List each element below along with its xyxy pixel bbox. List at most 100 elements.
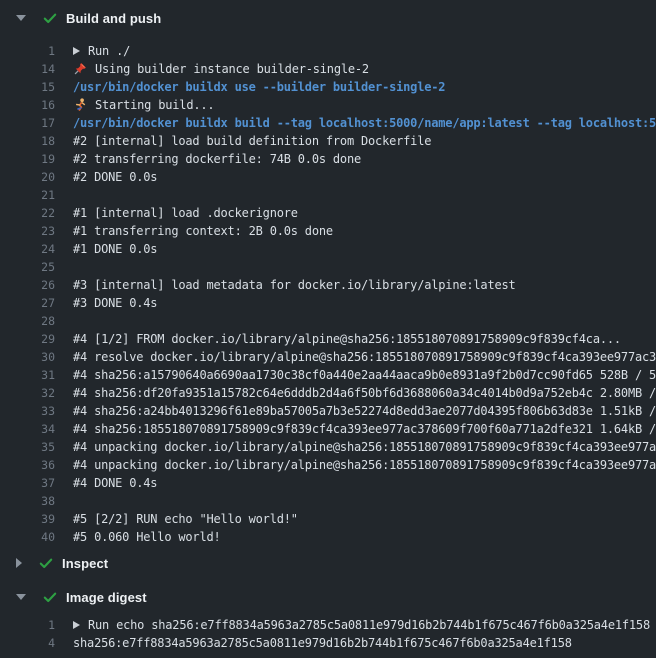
log-line: 34 #4 sha256:185518070891758909c9f839cf4… (0, 420, 656, 438)
line-icon-slot (73, 98, 87, 112)
run-expand-triangle-icon[interactable] (73, 621, 80, 629)
log-line: 40 #5 0.060 Hello world! (0, 528, 656, 546)
line-number-link[interactable]: 23 (0, 224, 55, 238)
runner-icon (73, 98, 87, 112)
log-line: 15 /usr/bin/docker buildx use --builder … (0, 78, 656, 96)
log-line-text: sha256:e7ff8834a5963a2785c5a0811e979d16b… (73, 636, 572, 650)
line-number-link[interactable]: 22 (0, 206, 55, 220)
log-line: 4 sha256:e7ff8834a5963a2785c5a0811e979d1… (0, 634, 656, 652)
log-line: 1 Run ./ (0, 42, 656, 60)
log-line: 31 #4 sha256:a15790640a6690aa1730c38cf0a… (0, 366, 656, 384)
log-line-text: Using builder instance builder-single-2 (95, 62, 369, 76)
log-line: 26 #3 [internal] load metadata for docke… (0, 276, 656, 294)
line-number-link[interactable]: 14 (0, 62, 55, 76)
check-icon (42, 10, 58, 26)
log-line-text: #4 DONE 0.4s (73, 476, 157, 490)
log-lines-build-and-push: 1 Run ./ 14 Using builder instance build… (0, 36, 656, 546)
line-number-link[interactable]: 24 (0, 242, 55, 256)
log-line: 29 #4 [1/2] FROM docker.io/library/alpin… (0, 330, 656, 348)
log-line: 39 #5 [2/2] RUN echo "Hello world!" (0, 510, 656, 528)
log-line-text: #2 DONE 0.0s (73, 170, 157, 184)
line-number-link[interactable]: 15 (0, 80, 55, 94)
section-inspect: Inspect (0, 546, 656, 580)
log-line: 27 #3 DONE 0.4s (0, 294, 656, 312)
log-line-text: #4 sha256:df20fa9351a15782c64e6dddb2d4a6… (73, 386, 656, 400)
check-icon (42, 589, 58, 605)
line-number-link[interactable]: 29 (0, 332, 55, 346)
log-line: 16 Starting build... (0, 96, 656, 114)
log-line: 23 #1 transferring context: 2B 0.0s done (0, 222, 656, 240)
log-line-text: Starting build... (95, 98, 214, 112)
log-line-text: #2 [internal] load build definition from… (73, 134, 431, 148)
line-number-link[interactable]: 1 (0, 44, 55, 58)
line-number-link[interactable]: 19 (0, 152, 55, 166)
log-line-text: /usr/bin/docker buildx build --tag local… (73, 116, 656, 130)
line-number-link[interactable]: 28 (0, 314, 55, 328)
chevron-down-icon[interactable] (16, 594, 26, 600)
section-header-image-digest[interactable]: Image digest (0, 580, 656, 614)
log-line-text: #5 [2/2] RUN echo "Hello world!" (73, 512, 298, 526)
log-line-text: #4 unpacking docker.io/library/alpine@sh… (73, 440, 656, 454)
line-number-link[interactable]: 39 (0, 512, 55, 526)
log-line: 33 #4 sha256:a24bb4013296f61e89ba57005a7… (0, 402, 656, 420)
line-number-link[interactable]: 34 (0, 422, 55, 436)
line-number-link[interactable]: 25 (0, 260, 55, 274)
line-number-link[interactable]: 21 (0, 188, 55, 202)
line-number-link[interactable]: 40 (0, 530, 55, 544)
log-line-text: #5 0.060 Hello world! (73, 530, 221, 544)
line-number-link[interactable]: 4 (0, 636, 55, 650)
section-header-build-and-push[interactable]: Build and push (0, 0, 656, 36)
log-line: 20 #2 DONE 0.0s (0, 168, 656, 186)
line-number-link[interactable]: 33 (0, 404, 55, 418)
log-line-text: #4 unpacking docker.io/library/alpine@sh… (73, 458, 656, 472)
log-line-text: #4 sha256:a15790640a6690aa1730c38cf0a440… (73, 368, 656, 382)
line-icon-slot (73, 621, 80, 629)
line-number-link[interactable]: 27 (0, 296, 55, 310)
line-number-link[interactable]: 31 (0, 368, 55, 382)
section-build-and-push: Build and push 1 Run ./ 14 Using builder… (0, 0, 656, 546)
log-line: 18 #2 [internal] load build definition f… (0, 132, 656, 150)
line-number-link[interactable]: 17 (0, 116, 55, 130)
log-line-text: #3 [internal] load metadata for docker.i… (73, 278, 516, 292)
log-line-text: #3 DONE 0.4s (73, 296, 157, 310)
line-number-link[interactable]: 38 (0, 494, 55, 508)
section-title: Build and push (66, 11, 161, 26)
log-line-text: #1 [internal] load .dockerignore (73, 206, 298, 220)
line-number-link[interactable]: 37 (0, 476, 55, 490)
log-line: 30 #4 resolve docker.io/library/alpine@s… (0, 348, 656, 366)
pushpin-icon (73, 62, 87, 76)
log-lines-image-digest: 1 Run echo sha256:e7ff8834a5963a2785c5a0… (0, 614, 656, 652)
log-line-text: Run echo sha256:e7ff8834a5963a2785c5a081… (88, 618, 650, 632)
section-title: Inspect (62, 556, 108, 571)
line-number-link[interactable]: 16 (0, 98, 55, 112)
log-line: 24 #1 DONE 0.0s (0, 240, 656, 258)
log-line-text: Run ./ (88, 44, 130, 58)
line-number-link[interactable]: 35 (0, 440, 55, 454)
line-number-link[interactable]: 36 (0, 458, 55, 472)
log-line: 25 (0, 258, 656, 276)
section-header-inspect[interactable]: Inspect (0, 546, 656, 580)
check-icon (38, 555, 54, 571)
line-number-link[interactable]: 20 (0, 170, 55, 184)
log-line: 17 /usr/bin/docker buildx build --tag lo… (0, 114, 656, 132)
log-line-text: #4 [1/2] FROM docker.io/library/alpine@s… (73, 332, 621, 346)
log-line-text: #2 transferring dockerfile: 74B 0.0s don… (73, 152, 361, 166)
run-expand-triangle-icon[interactable] (73, 47, 80, 55)
line-icon-slot (73, 47, 80, 55)
line-number-link[interactable]: 26 (0, 278, 55, 292)
line-number-link[interactable]: 30 (0, 350, 55, 364)
section-title: Image digest (66, 590, 147, 605)
log-line: 1 Run echo sha256:e7ff8834a5963a2785c5a0… (0, 616, 656, 634)
log-line-text: #1 DONE 0.0s (73, 242, 157, 256)
log-line: 35 #4 unpacking docker.io/library/alpine… (0, 438, 656, 456)
line-number-link[interactable]: 1 (0, 618, 55, 632)
line-number-link[interactable]: 18 (0, 134, 55, 148)
chevron-right-icon[interactable] (16, 558, 22, 568)
line-number-link[interactable]: 32 (0, 386, 55, 400)
log-line-text: /usr/bin/docker buildx use --builder bui… (73, 80, 445, 94)
log-line-text: #4 sha256:a24bb4013296f61e89ba57005a7b3e… (73, 404, 656, 418)
log-line: 14 Using builder instance builder-single… (0, 60, 656, 78)
section-image-digest: Image digest 1 Run echo sha256:e7ff8834a… (0, 580, 656, 652)
chevron-down-icon[interactable] (16, 15, 26, 21)
log-line: 32 #4 sha256:df20fa9351a15782c64e6dddb2d… (0, 384, 656, 402)
